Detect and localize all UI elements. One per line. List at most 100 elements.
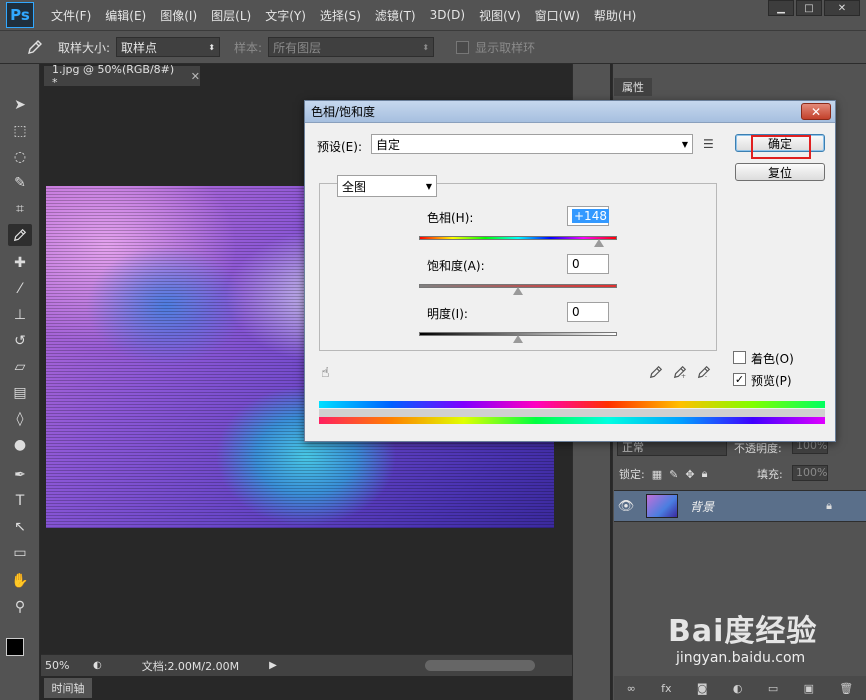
status-bar: 50% ◐ 文档:2.00M/2.00M ▶ — [41, 654, 572, 676]
lightness-input[interactable]: 0 — [567, 302, 609, 322]
move-tool-icon[interactable]: ➤ — [8, 94, 32, 116]
select-arrows-icon: ⬍ — [422, 42, 430, 52]
menu-file[interactable]: 文件(F) — [44, 7, 98, 24]
menu-filter[interactable]: 滤镜(T) — [368, 7, 423, 24]
pen-tool-icon[interactable]: ✒ — [8, 464, 32, 486]
hue-saturation-dialog: 色相/饱和度 ✕ 预设(E): 自定 ▼ ☰ 确定 复位 全图 ▼ 色相(H): +… — [304, 100, 836, 442]
visibility-eye-icon[interactable]: 👁︎ — [614, 499, 638, 514]
brush-tool-icon[interactable]: ⁄ — [8, 278, 32, 300]
menu-select[interactable]: 选择(S) — [313, 7, 368, 24]
history-brush-tool-icon[interactable]: ↺ — [8, 330, 32, 352]
saturation-slider-thumb[interactable] — [513, 287, 523, 295]
shape-tool-icon[interactable]: ▭ — [8, 542, 32, 564]
dialog-title-bar[interactable]: 色相/饱和度 — [305, 101, 835, 123]
hue-slider[interactable] — [419, 236, 617, 240]
lock-pixels-icon[interactable]: ✎ — [669, 468, 678, 481]
lock-all-icon[interactable]: 🔒︎ — [702, 467, 708, 481]
lightness-slider-thumb[interactable] — [513, 335, 523, 343]
menu-edit[interactable]: 编辑(E) — [98, 7, 153, 24]
dialog-title: 色相/饱和度 — [311, 105, 376, 119]
lightness-value: 0 — [572, 305, 580, 319]
sample-select[interactable]: 所有图层 ⬍ — [268, 37, 435, 57]
menu-layer[interactable]: 图层(L) — [204, 7, 258, 24]
eyedropper-tool-icon[interactable] — [8, 224, 32, 246]
maximize-icon[interactable]: □ — [796, 0, 822, 16]
adjustment-group — [319, 183, 717, 351]
dialog-close-icon[interactable]: ✕ — [801, 103, 831, 120]
range-bar[interactable] — [319, 409, 825, 417]
blur-tool-icon[interactable]: ◊ — [8, 408, 32, 430]
quick-select-tool-icon[interactable]: ✎ — [8, 172, 32, 194]
saturation-input[interactable]: 0 — [567, 254, 609, 274]
menu-help[interactable]: 帮助(H) — [587, 7, 643, 24]
preset-options-icon[interactable]: ☰ — [703, 137, 714, 151]
zoom-level[interactable]: 50% — [41, 659, 93, 672]
hue-value: +148 — [572, 209, 609, 223]
lasso-tool-icon[interactable]: ◌ — [8, 146, 32, 168]
zoom-tool-icon[interactable]: ⚲ — [8, 596, 32, 618]
layer-name: 背景 — [690, 499, 715, 514]
hue-slider-thumb[interactable] — [594, 239, 605, 247]
reset-button[interactable]: 复位 — [735, 163, 825, 181]
healing-brush-tool-icon[interactable]: ✚ — [8, 252, 32, 274]
preset-label: 预设(E): — [317, 140, 362, 154]
hue-input[interactable]: +148 — [567, 206, 609, 226]
preview-checkbox[interactable]: ✓ — [733, 373, 746, 386]
svg-text:+: + — [681, 373, 686, 379]
fill-label: 填充: — [757, 468, 783, 481]
status-menu-arrow-icon[interactable]: ▶ — [269, 660, 277, 671]
svg-text:-: - — [705, 373, 707, 379]
output-color-bar — [319, 417, 825, 424]
targeted-adjustment-hand-icon[interactable]: ☝ — [321, 365, 330, 381]
share-icon[interactable]: ◐ — [93, 660, 102, 671]
stamp-tool-icon[interactable]: ⊥ — [8, 304, 32, 326]
watermark-url: jingyan.baidu.com — [676, 650, 806, 666]
link-layers-icon[interactable]: ∞ — [627, 682, 636, 695]
document-tab[interactable]: 1.jpg @ 50%(RGB/8#) * ✕ — [44, 63, 200, 89]
show-sampling-ring-label: 显示取样环 — [475, 40, 536, 55]
show-sampling-ring-checkbox[interactable] — [456, 40, 470, 54]
tab-properties[interactable]: 属性 — [614, 78, 652, 96]
type-tool-icon[interactable]: T — [8, 490, 32, 512]
eyedropper-tool-icon[interactable] — [22, 36, 48, 58]
lock-position-icon[interactable]: ✥ — [685, 468, 694, 481]
preview-label: 预览(P) — [751, 374, 792, 388]
menu-type[interactable]: 文字(Y) — [258, 7, 313, 24]
hand-tool-icon[interactable]: ✋ — [8, 570, 32, 592]
lock-label: 锁定: — [619, 468, 645, 481]
menu-view[interactable]: 视图(V) — [472, 7, 528, 24]
eraser-tool-icon[interactable]: ▱ — [8, 356, 32, 378]
menu-3d[interactable]: 3D(D) — [423, 8, 472, 22]
gradient-tool-icon[interactable]: ▤ — [8, 382, 32, 404]
marquee-tool-icon[interactable]: ⬚ — [8, 120, 32, 142]
hue-label: 色相(H): — [427, 211, 474, 225]
menu-bar: Ps 文件(F) 编辑(E) 图像(I) 图层(L) 文字(Y) 选择(S) 滤… — [0, 0, 866, 30]
colorize-checkbox[interactable] — [733, 351, 746, 364]
eyedropper-plus-icon[interactable]: + — [673, 365, 687, 383]
menu-window[interactable]: 窗口(W) — [528, 7, 587, 24]
lock-transparent-icon[interactable]: ▦ — [652, 468, 662, 481]
document-info: 文档:2.00M/2.00M — [141, 659, 240, 673]
select-arrows-icon: ⬍ — [208, 42, 216, 52]
path-select-tool-icon[interactable]: ↖ — [8, 516, 32, 538]
input-color-bar — [319, 401, 825, 408]
sample-size-select[interactable]: 取样点 ⬍ — [116, 37, 221, 57]
minimize-icon[interactable]: ▁ — [768, 0, 794, 16]
preset-select[interactable]: 自定 ▼ — [371, 134, 693, 154]
foreground-color-swatch[interactable] — [6, 638, 24, 656]
dodge-tool-icon[interactable]: ● — [8, 434, 32, 456]
crop-tool-icon[interactable]: ⌗ — [8, 198, 32, 220]
layer-row[interactable]: 👁︎ 背景 🔒︎ — [614, 490, 866, 522]
eyedropper-minus-icon[interactable]: - — [697, 365, 711, 383]
timeline-tab[interactable]: 时间轴 — [44, 678, 92, 698]
eyedropper-icon[interactable] — [649, 365, 663, 383]
menu-image[interactable]: 图像(I) — [153, 7, 204, 24]
document-tab-title: 1.jpg @ 50%(RGB/8#) * — [52, 63, 175, 89]
horizontal-scrollbar[interactable] — [425, 660, 535, 671]
watermark-brand: Bai度经验 — [668, 614, 818, 649]
ok-button[interactable]: 确定 — [735, 134, 825, 152]
channel-select[interactable]: 全图 ▼ — [337, 175, 437, 197]
close-icon[interactable]: ✕ — [824, 0, 860, 16]
close-tab-icon[interactable]: ✕ — [191, 70, 200, 83]
fill-field[interactable]: 100% — [792, 465, 828, 481]
